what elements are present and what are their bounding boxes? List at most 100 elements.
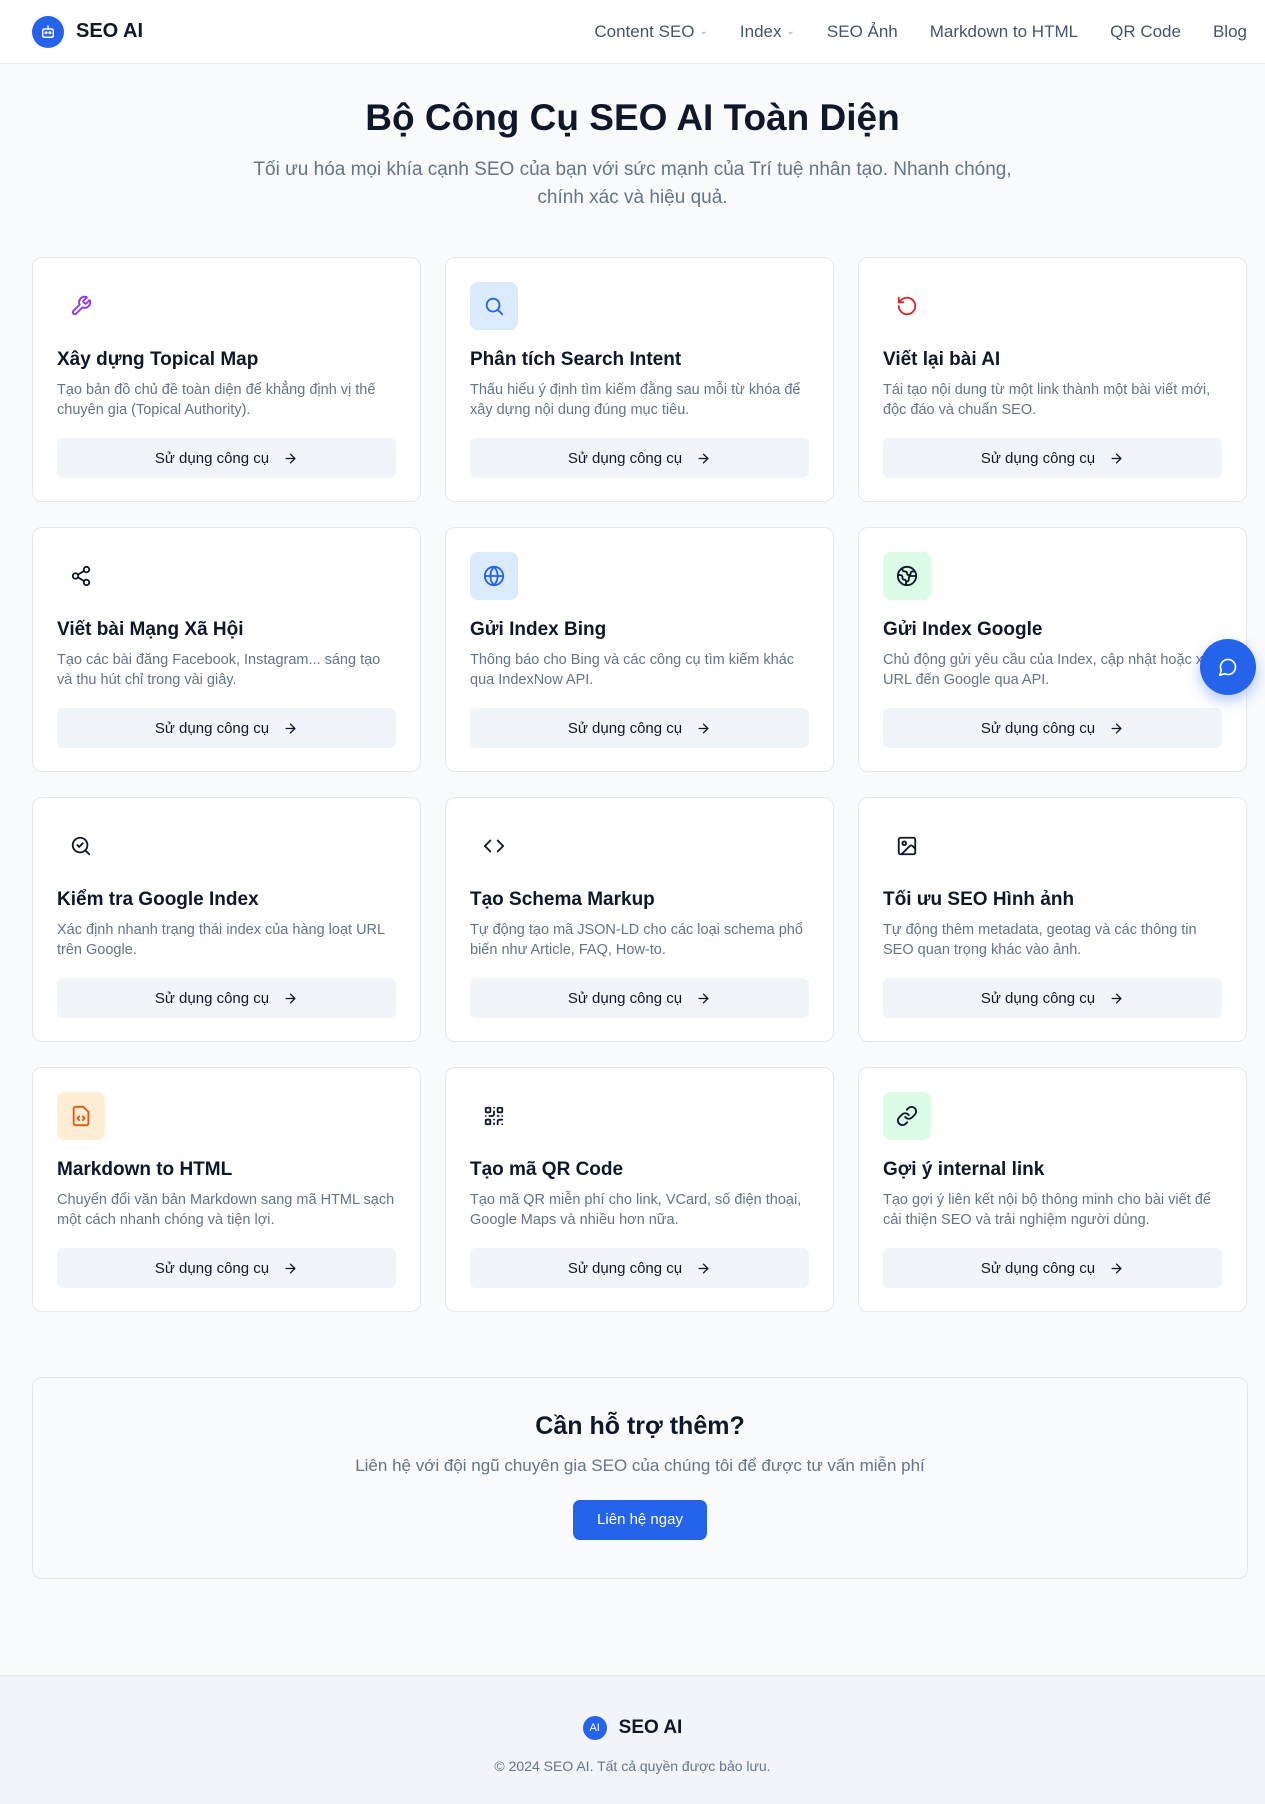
- tool-card-description: Tự động tạo mã JSON-LD cho các loại sche…: [470, 922, 803, 958]
- use-tool-label: Sử dụng công cụ: [154, 719, 270, 737]
- use-tool-label: Sử dụng công cụ: [567, 1259, 683, 1277]
- search-icon: [470, 282, 518, 330]
- tool-card-description: Tạo mã QR miễn phí cho link, VCard, số đ…: [470, 1192, 802, 1228]
- nav-label: Content SEO: [594, 21, 695, 41]
- tool-card: Tối ưu SEO Hình ảnh Tự động thêm metadata…: [858, 797, 1247, 1042]
- page-subtitle: Tối ưu hóa mọi khía cạnh SEO của bạn với…: [253, 159, 1012, 208]
- tool-card-description: Thấu hiểu ý định tìm kiếm đằng sau mỗi t…: [470, 382, 801, 418]
- use-tool-button[interactable]: Sử dụng công cụ: [470, 438, 809, 478]
- tool-card-title: Viết lại bài AI: [883, 349, 1001, 370]
- tool-card-title: Tạo mã QR Code: [470, 1159, 624, 1180]
- chat-button[interactable]: [1200, 639, 1256, 695]
- footer-brand[interactable]: AI SEO AI: [0, 1716, 1265, 1740]
- tool-card: Tạo Schema Markup Tự động tạo mã JSON-LD …: [445, 797, 834, 1042]
- tool-card-title: Phân tích Search Intent: [470, 349, 682, 370]
- footer-brand-name: SEO AI: [618, 1717, 683, 1738]
- arrow-right-icon: [1111, 1263, 1122, 1273]
- tool-card-title: Gợi ý internal link: [883, 1159, 1045, 1180]
- copyright-text: © 2024 SEO AI. Tất cả quyền được bảo lưu…: [494, 1758, 771, 1774]
- arrow-right-icon: [285, 1263, 296, 1273]
- use-tool-label: Sử dụng công cụ: [980, 719, 1096, 737]
- tool-card-description: Tái tạo nội dung từ một link thành một b…: [883, 382, 1211, 418]
- cta-title: Cần hỗ trợ thêm?: [535, 1412, 745, 1440]
- arrow-right-icon: [698, 723, 709, 733]
- arrow-right-icon: [285, 723, 296, 733]
- nav-label: Index: [739, 21, 782, 41]
- use-tool-button[interactable]: Sử dụng công cụ: [470, 978, 809, 1018]
- use-tool-label: Sử dụng công cụ: [567, 719, 683, 737]
- tool-card-description: Tạo gợi ý liên kết nội bộ thông minh cho…: [883, 1192, 1211, 1228]
- tool-card: Tạo mã QR Code Tạo mã QR miễn phí cho lin…: [445, 1067, 834, 1312]
- brand[interactable]: SEO AI: [32, 15, 144, 48]
- tool-card: Gửi Index Google Chủ động gửi yêu cầu của…: [858, 527, 1247, 772]
- hero-section: Bộ Công Cụ SEO AI Toàn Diện Tối ưu hóa m…: [0, 92, 1265, 212]
- image-icon: [883, 822, 931, 870]
- rotate-icon: [883, 282, 931, 330]
- tool-card: Viết lại bài AI Tái tạo nội dung từ một l…: [858, 257, 1247, 502]
- arrow-right-icon: [1111, 453, 1122, 463]
- tool-card-description: Tự động thêm metadata, geotag và các thô…: [883, 922, 1197, 958]
- use-tool-button[interactable]: Sử dụng công cụ: [883, 978, 1222, 1018]
- use-tool-label: Sử dụng công cụ: [567, 449, 683, 467]
- chat-bubble-icon: [1218, 658, 1237, 677]
- qr-code-icon: [470, 1092, 518, 1140]
- tool-card-description: Chủ động gửi yêu cầu của Index, cập nhật…: [883, 652, 1220, 688]
- nav-item-content-seo[interactable]: Content SEO ⌄: [594, 22, 708, 42]
- tool-card-description: Xác định nhanh trạng thái index của hàng…: [57, 922, 385, 958]
- footer-logo: AI: [582, 1716, 607, 1740]
- use-tool-button[interactable]: Sử dụng công cụ: [883, 438, 1222, 478]
- tool-card-title: Gửi Index Bing: [470, 619, 607, 640]
- tool-card: Viết bài Mạng Xã Hội Tạo các bài đăng Fac…: [32, 527, 421, 772]
- tool-card: Gợi ý internal link Tạo gợi ý liên kết nộ…: [858, 1067, 1247, 1312]
- tool-card-title: Viết bài Mạng Xã Hội: [57, 619, 244, 640]
- cta-subtitle: Liên hệ với đội ngũ chuyên gia SEO của c…: [355, 1456, 925, 1475]
- arrow-right-icon: [1111, 723, 1122, 733]
- use-tool-button[interactable]: Sử dụng công cụ: [883, 1248, 1222, 1288]
- brand-name: SEO AI: [76, 20, 144, 42]
- use-tool-label: Sử dụng công cụ: [980, 1259, 1096, 1277]
- tool-card: Markdown to HTML Chuyển đổi văn bản Markd…: [32, 1067, 421, 1312]
- tool-card-title: Xây dựng Topical Map: [57, 349, 259, 370]
- tool-card-description: Thông báo cho Bing và các công cụ tìm ki…: [470, 652, 795, 688]
- footer: AI SEO AI © 2024 SEO AI. Tất cả quyền đư…: [0, 1675, 1265, 1804]
- arrow-right-icon: [285, 993, 296, 1003]
- tool-card-title: Kiểm tra Google Index: [57, 889, 259, 910]
- use-tool-button[interactable]: Sử dụng công cụ: [57, 1248, 396, 1288]
- use-tool-button[interactable]: Sử dụng công cụ: [57, 438, 396, 478]
- link-icon: [883, 1092, 931, 1140]
- tool-card: Kiểm tra Google Index Xác định nhanh trạn…: [32, 797, 421, 1042]
- top-navbar: SEO AI Content SEO ⌄ Index ⌄ SEO Ảnh Mar…: [0, 0, 1265, 64]
- use-tool-label: Sử dụng công cụ: [567, 989, 683, 1007]
- main-nav: Content SEO ⌄ Index ⌄ SEO Ảnh Markdown t…: [594, 22, 1247, 42]
- nav-item-index[interactable]: Index ⌄: [740, 22, 795, 42]
- tools-grid: Xây dựng Topical Map Tạo bản đồ chủ đề to…: [32, 257, 1248, 1312]
- nav-label: Markdown to HTML: [929, 21, 1079, 41]
- nav-item-markdown-to-html[interactable]: Markdown to HTML: [930, 22, 1078, 42]
- nav-item-qr-code[interactable]: QR Code: [1110, 22, 1181, 42]
- use-tool-button[interactable]: Sử dụng công cụ: [57, 708, 396, 748]
- tool-card-title: Tạo Schema Markup: [470, 889, 655, 910]
- code-icon: [470, 822, 518, 870]
- contact-now-button[interactable]: Liên hệ ngay: [573, 1500, 707, 1540]
- chevron-down-icon: ⌄: [786, 26, 795, 37]
- nav-item-seo-anh[interactable]: SEO Ảnh: [827, 22, 898, 42]
- use-tool-button[interactable]: Sử dụng công cụ: [57, 978, 396, 1018]
- tool-card: Xây dựng Topical Map Tạo bản đồ chủ đề to…: [32, 257, 421, 502]
- page-title: Bộ Công Cụ SEO AI Toàn Diện: [365, 97, 900, 138]
- nav-label: SEO Ảnh: [826, 21, 898, 41]
- arrow-right-icon: [285, 453, 296, 463]
- tool-card-title: Gửi Index Google: [883, 619, 1043, 640]
- use-tool-button[interactable]: Sử dụng công cụ: [470, 1248, 809, 1288]
- robot-icon: [32, 15, 64, 48]
- tool-card: Phân tích Search Intent Thấu hiểu ý định …: [445, 257, 834, 502]
- tool-card: Gửi Index Bing Thông báo cho Bing và các …: [445, 527, 834, 772]
- use-tool-button[interactable]: Sử dụng công cụ: [470, 708, 809, 748]
- earth-icon: [883, 552, 931, 600]
- tool-card-title: Markdown to HTML: [57, 1159, 233, 1180]
- nav-label: QR Code: [1110, 21, 1181, 41]
- chevron-down-icon: ⌄: [699, 26, 708, 37]
- nav-item-blog[interactable]: Blog: [1213, 22, 1247, 42]
- use-tool-label: Sử dụng công cụ: [154, 989, 270, 1007]
- use-tool-button[interactable]: Sử dụng công cụ: [883, 708, 1222, 748]
- nav-label: Blog: [1212, 21, 1247, 41]
